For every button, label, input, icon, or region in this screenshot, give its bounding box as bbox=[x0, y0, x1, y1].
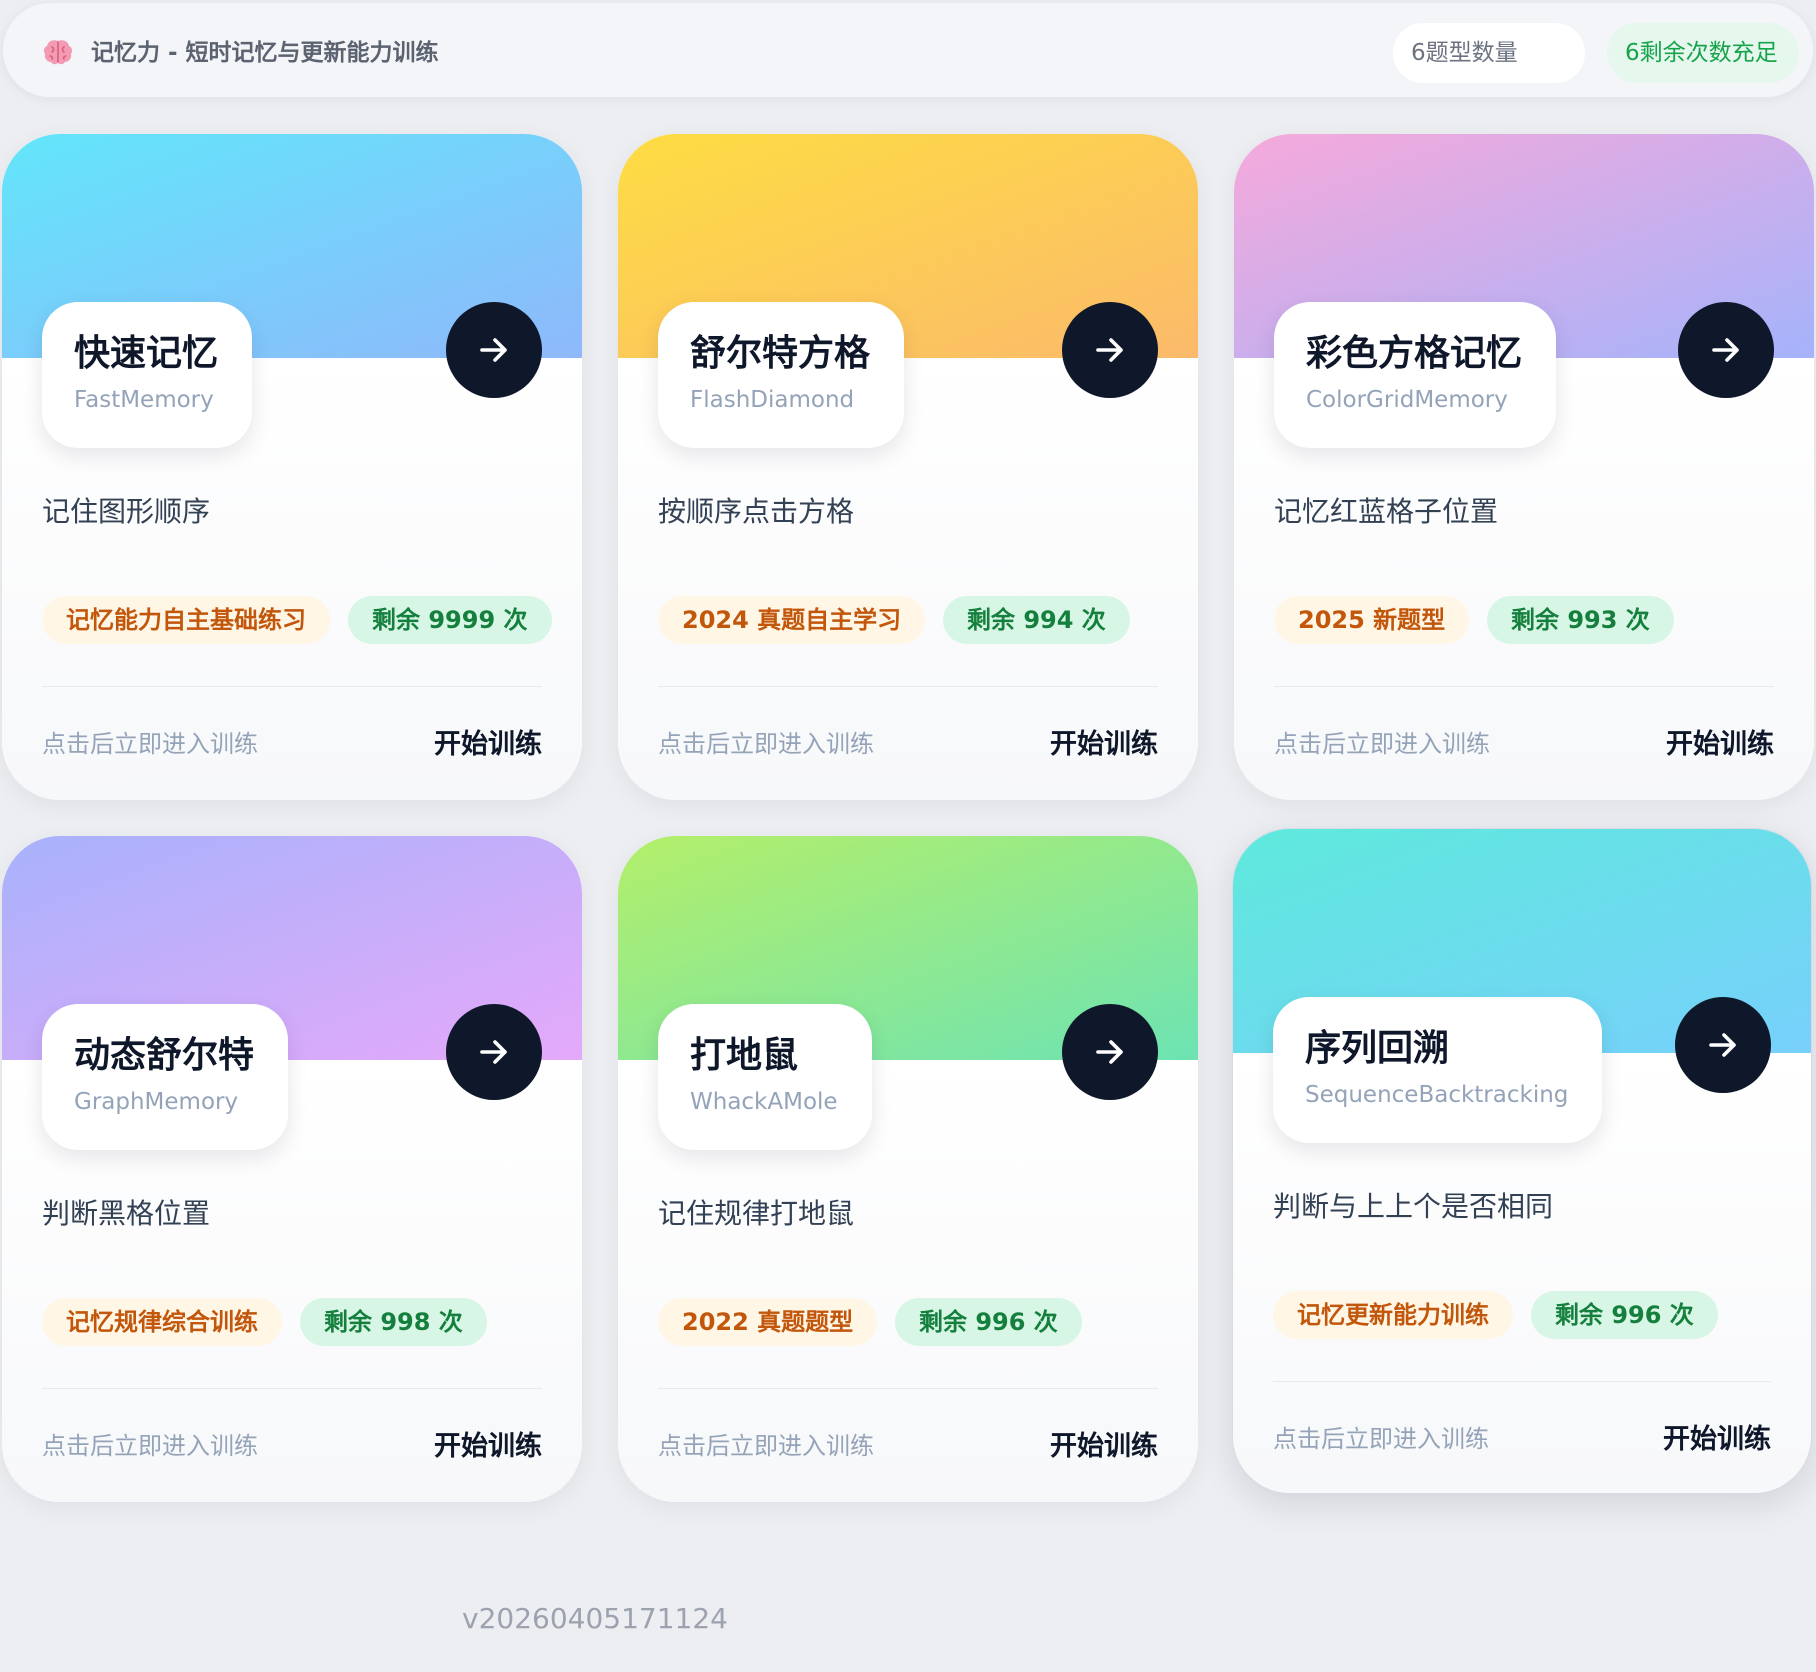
start-training-button[interactable]: 开始训练 bbox=[1050, 1424, 1158, 1463]
card-title: 动态舒尔特 bbox=[74, 1035, 255, 1076]
start-training-button[interactable]: 开始训练 bbox=[1663, 1417, 1771, 1456]
category-tag: 2022 真题题型 bbox=[658, 1298, 878, 1346]
type-count-badge: 6题型数量 bbox=[1393, 23, 1585, 83]
remaining-status-badge: 6剩余次数充足 bbox=[1607, 23, 1799, 83]
arrow-right-button[interactable] bbox=[1675, 997, 1771, 1093]
category-tag: 2025 新题型 bbox=[1274, 596, 1470, 644]
card-hint: 点击后立即进入训练 bbox=[42, 1432, 258, 1460]
card-description: 判断与上上个是否相同 bbox=[1273, 1190, 1554, 1223]
category-tag: 记忆更新能力训练 bbox=[1273, 1291, 1513, 1339]
card-title: 舒尔特方格 bbox=[690, 333, 871, 374]
card-hint: 点击后立即进入训练 bbox=[1273, 1425, 1489, 1453]
divider bbox=[658, 686, 1158, 687]
card-title-box: 快速记忆 FastMemory bbox=[42, 302, 253, 448]
card-title-box: 舒尔特方格 FlashDiamond bbox=[658, 302, 905, 448]
card-subtitle: WhackAMole bbox=[690, 1089, 838, 1115]
training-card-whackamole[interactable]: 打地鼠 WhackAMole 记住规律打地鼠 2022 真题题型 剩余 996 … bbox=[618, 836, 1198, 1502]
card-description: 记忆红蓝格子位置 bbox=[1274, 495, 1499, 528]
brain-icon bbox=[43, 40, 73, 65]
arrow-right-button[interactable] bbox=[1678, 302, 1774, 398]
remaining-count-tag: 剩余 996 次 bbox=[1531, 1291, 1718, 1339]
divider bbox=[1274, 686, 1774, 687]
card-title-box: 彩色方格记忆 ColorGridMemory bbox=[1274, 302, 1557, 448]
category-tag: 记忆规律综合训练 bbox=[42, 1298, 282, 1346]
arrow-right-icon bbox=[1709, 1033, 1736, 1057]
card-subtitle: GraphMemory bbox=[74, 1089, 239, 1115]
start-training-button[interactable]: 开始训练 bbox=[1666, 722, 1774, 761]
arrow-right-icon bbox=[1712, 338, 1739, 362]
card-hint: 点击后立即进入训练 bbox=[658, 730, 874, 758]
arrow-right-icon bbox=[480, 338, 507, 362]
card-subtitle: ColorGridMemory bbox=[1306, 387, 1508, 413]
divider bbox=[42, 1388, 542, 1389]
start-training-button[interactable]: 开始训练 bbox=[1050, 722, 1158, 761]
card-hint: 点击后立即进入训练 bbox=[1274, 730, 1490, 758]
arrow-right-icon bbox=[480, 1040, 507, 1064]
card-title-box: 打地鼠 WhackAMole bbox=[658, 1004, 872, 1150]
training-card-flashdiamond[interactable]: 舒尔特方格 FlashDiamond 按顺序点击方格 2024 真题自主学习 剩… bbox=[618, 134, 1198, 800]
card-title: 打地鼠 bbox=[690, 1035, 799, 1076]
training-card-colorgridmemory[interactable]: 彩色方格记忆 ColorGridMemory 记忆红蓝格子位置 2025 新题型… bbox=[1234, 134, 1814, 800]
card-description: 记住规律打地鼠 bbox=[658, 1197, 855, 1230]
training-card-graphmemory[interactable]: 动态舒尔特 GraphMemory 判断黑格位置 记忆规律综合训练 剩余 998… bbox=[2, 836, 582, 1502]
card-subtitle: SequenceBacktracking bbox=[1305, 1082, 1569, 1108]
start-training-button[interactable]: 开始训练 bbox=[434, 1424, 542, 1463]
divider bbox=[42, 686, 542, 687]
arrow-right-button[interactable] bbox=[446, 1004, 542, 1100]
divider bbox=[1273, 1381, 1771, 1382]
remaining-count-tag: 剩余 993 次 bbox=[1487, 596, 1674, 644]
version-label: v20260405171124 bbox=[462, 1602, 728, 1635]
card-hint: 点击后立即进入训练 bbox=[658, 1432, 874, 1460]
category-tag: 2024 真题自主学习 bbox=[658, 596, 926, 644]
card-title: 快速记忆 bbox=[74, 333, 219, 374]
card-subtitle: FlashDiamond bbox=[690, 387, 855, 413]
remaining-count-tag: 剩余 994 次 bbox=[943, 596, 1130, 644]
card-title-box: 动态舒尔特 GraphMemory bbox=[42, 1004, 289, 1150]
remaining-count-tag: 剩余 998 次 bbox=[300, 1298, 487, 1346]
card-description: 判断黑格位置 bbox=[42, 1197, 211, 1230]
arrow-right-icon bbox=[1096, 338, 1123, 362]
arrow-right-icon bbox=[1096, 1040, 1123, 1064]
card-subtitle: FastMemory bbox=[74, 387, 214, 413]
arrow-right-button[interactable] bbox=[1062, 1004, 1158, 1100]
card-title-box: 序列回溯 SequenceBacktracking bbox=[1273, 997, 1603, 1143]
start-training-button[interactable]: 开始训练 bbox=[434, 722, 542, 761]
card-description: 记住图形顺序 bbox=[42, 495, 211, 528]
training-card-fastmemory[interactable]: 快速记忆 FastMemory 记住图形顺序 记忆能力自主基础练习 剩余 999… bbox=[2, 134, 582, 800]
arrow-right-button[interactable] bbox=[1062, 302, 1158, 398]
header-bar: 记忆力 - 短时记忆与更新能力训练 6题型数量 6剩余次数充足 bbox=[2, 2, 1814, 98]
category-tag: 记忆能力自主基础练习 bbox=[42, 596, 330, 644]
remaining-count-tag: 剩余 996 次 bbox=[895, 1298, 1082, 1346]
divider bbox=[658, 1388, 1158, 1389]
card-title: 序列回溯 bbox=[1305, 1028, 1450, 1069]
training-card-sequencebacktracking[interactable]: 序列回溯 SequenceBacktracking 判断与上上个是否相同 记忆更… bbox=[1232, 828, 1812, 1494]
remaining-count-tag: 剩余 9999 次 bbox=[348, 596, 552, 644]
card-title: 彩色方格记忆 bbox=[1306, 333, 1523, 374]
arrow-right-button[interactable] bbox=[446, 302, 542, 398]
card-hint: 点击后立即进入训练 bbox=[42, 730, 258, 758]
page-title: 记忆力 - 短时记忆与更新能力训练 bbox=[91, 40, 439, 66]
card-description: 按顺序点击方格 bbox=[658, 495, 855, 528]
